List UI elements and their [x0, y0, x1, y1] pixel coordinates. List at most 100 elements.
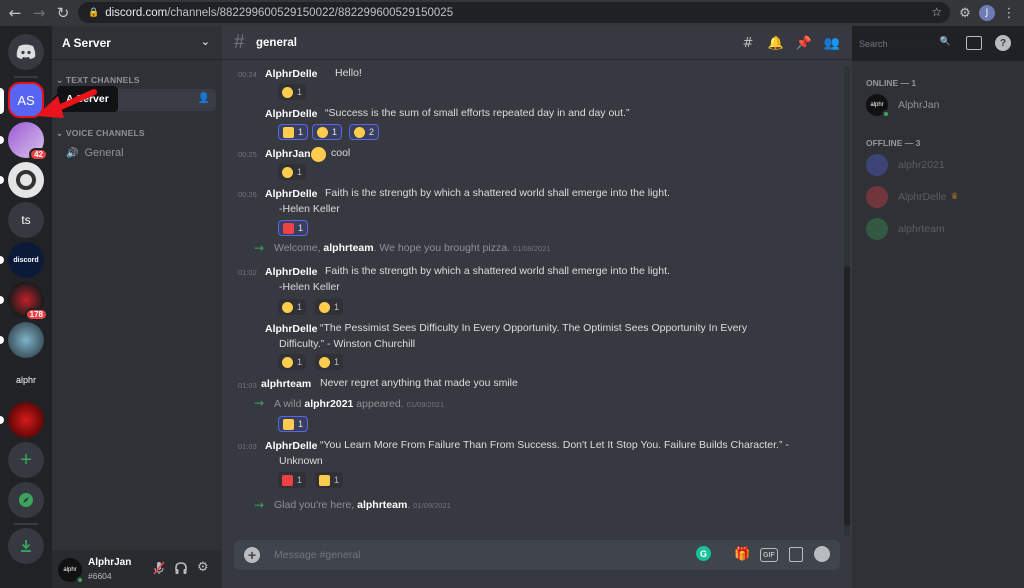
channel-label: General [84, 147, 124, 159]
message-author[interactable]: AlphrDelle [265, 188, 318, 200]
server-discord-bio[interactable]: discord [0, 242, 44, 278]
system-user[interactable]: alphrteam [357, 499, 407, 511]
url-host: discord.com [105, 6, 168, 19]
browser-menu-icon[interactable]: ⋮ [998, 2, 1020, 24]
notification-bell-icon[interactable]: 🔔 [767, 35, 785, 51]
profile-avatar: J [979, 5, 995, 21]
threads-icon[interactable]: # [739, 35, 757, 51]
server-ts[interactable]: ts [8, 202, 44, 238]
rock-on-emoji-icon [319, 474, 330, 486]
compass-icon [19, 493, 33, 507]
grammarly-icon[interactable]: G [696, 546, 711, 561]
reaction-chip[interactable]: 1 [278, 299, 307, 315]
reaction-chip[interactable]: 1 [315, 354, 344, 370]
member-name: alphrteam [898, 223, 945, 235]
server-2[interactable]: 42 [0, 122, 48, 161]
message-input[interactable]: Message #general [274, 549, 360, 561]
bookmark-star-icon[interactable]: ☆ [931, 5, 942, 19]
scrollbar-thumb[interactable] [844, 266, 850, 526]
chat-area: # general # 🔔 📌 👥 00:24 AlphrDelle Hello… [222, 26, 852, 588]
extensions-icon[interactable]: ⚙ [954, 2, 976, 24]
unread-pill [0, 416, 4, 424]
server-alphr[interactable]: alphr [8, 362, 44, 398]
server-6[interactable]: 178 [0, 282, 48, 321]
discord-avatar-icon [866, 154, 888, 176]
reaction-chip[interactable]: 2 [349, 124, 380, 140]
reaction-chip[interactable]: 1 [278, 472, 307, 488]
reaction-chip[interactable]: 1 [278, 164, 307, 180]
forward-arrow-icon[interactable]: → [28, 2, 50, 24]
help-icon[interactable]: ? [995, 35, 1011, 51]
search-icon: 🔍 [939, 37, 951, 47]
member-list: ONLINE — 1 alphr AlphrJan OFFLINE — 3 al… [852, 61, 1024, 588]
message-author[interactable]: AlphrDelle [265, 68, 318, 80]
user-avatar[interactable]: alphr [58, 558, 84, 584]
message-author[interactable]: alphrteam [261, 378, 311, 390]
system-text: appeared. [353, 398, 404, 410]
message-author[interactable]: AlphrDelle [265, 323, 318, 335]
server-initials: discord [13, 256, 39, 264]
mute-mic-icon[interactable] [152, 561, 166, 575]
message-text: Faith is the strength by which a shatter… [325, 265, 670, 277]
member-item[interactable]: AlphrDelle ♛ [866, 183, 1016, 211]
system-text: . [407, 499, 411, 511]
server-9[interactable] [0, 402, 44, 438]
system-user[interactable]: alphr2021 [304, 398, 353, 410]
profile-button[interactable]: J [976, 2, 998, 24]
add-server-button[interactable]: + [8, 442, 44, 478]
reaction-chip[interactable]: 1 [278, 354, 307, 370]
address-bar[interactable]: 🔒 discord.com/channels/88229960052915002… [78, 2, 950, 23]
lock-icon: 🔒 [88, 7, 100, 17]
message-author[interactable]: AlphrJan [265, 148, 311, 160]
message-scrollbar[interactable] [844, 66, 850, 536]
member-list-icon[interactable]: 👥 [823, 35, 841, 51]
gif-picker-button[interactable]: GIF [760, 548, 778, 562]
message-author[interactable]: AlphrDelle [265, 266, 318, 278]
inbox-icon[interactable] [966, 36, 982, 50]
voice-channels-category[interactable]: ⌄ VOICE CHANNELS [56, 128, 145, 139]
member-item[interactable]: alphrteam [866, 215, 1016, 243]
explore-servers-button[interactable] [8, 482, 44, 518]
download-apps-button[interactable] [8, 528, 44, 564]
kiss-heart-emoji-icon [319, 356, 330, 368]
reaction-chip[interactable]: 1 [312, 124, 343, 140]
avatar-text: alphr [870, 102, 884, 108]
message-text: Never regret anything that made you smil… [320, 377, 518, 389]
member-avatar: alphr [866, 94, 890, 118]
member-item[interactable]: alphr2021 [866, 151, 1016, 179]
search-input[interactable]: Search 🔍 [855, 35, 955, 52]
invite-icon[interactable]: 👤 [198, 93, 210, 104]
home-button[interactable] [8, 34, 44, 70]
system-user[interactable]: alphrteam [323, 242, 373, 254]
reaction-chip[interactable]: 1 [315, 299, 344, 315]
reload-icon[interactable]: ↻ [52, 2, 74, 24]
message-timestamp: 00:26 [238, 190, 257, 199]
member-item[interactable]: alphr AlphrJan [866, 91, 1016, 119]
reaction-chip[interactable]: 1 [278, 220, 309, 236]
discord-logo-icon [16, 44, 36, 59]
server-3[interactable] [0, 162, 44, 198]
server-7[interactable] [0, 322, 44, 358]
message-list: 00:24 AlphrDelle Hello! 1 AlphrDelle “Su… [222, 61, 852, 541]
message-author[interactable]: AlphrDelle [265, 108, 318, 120]
server-header[interactable]: A Server ⌄ [52, 26, 222, 60]
reaction-chip[interactable]: 1 [278, 416, 309, 432]
user-settings-gear-icon[interactable]: ⚙ [197, 560, 209, 575]
grin-emoji-icon [317, 126, 328, 138]
attach-plus-icon[interactable]: + [244, 547, 260, 563]
system-message: A wild alphr2021 appeared. 01/09/2021 [274, 398, 444, 410]
back-arrow-icon[interactable]: ← [4, 2, 26, 24]
message-text: cool [331, 147, 351, 159]
reaction-chip[interactable]: 1 [278, 84, 307, 100]
reaction-count: 1 [297, 87, 303, 97]
reaction-chip[interactable]: 1 [315, 472, 344, 488]
gift-icon[interactable]: 🎁 [734, 547, 750, 562]
pin-icon[interactable]: 📌 [795, 35, 813, 51]
sticker-icon[interactable] [789, 547, 803, 562]
reaction-chip[interactable]: 1 [278, 124, 309, 140]
emoji-picker-icon[interactable] [814, 546, 830, 562]
channel-general-voice[interactable]: 🔊 General [58, 142, 216, 164]
member-name: AlphrJan [898, 99, 940, 111]
message-author[interactable]: AlphrDelle [265, 440, 318, 452]
headphones-icon[interactable] [174, 561, 188, 575]
